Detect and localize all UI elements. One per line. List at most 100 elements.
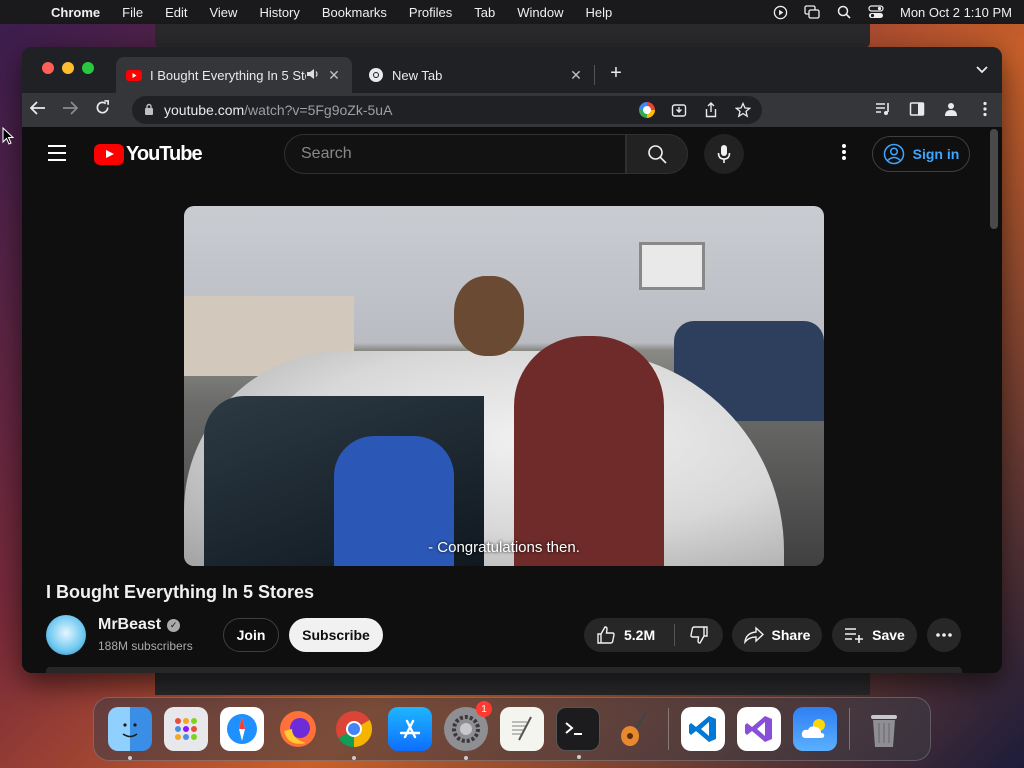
control-center-icon[interactable] [868,5,884,19]
firefox-icon[interactable] [276,707,320,751]
verified-check-icon: ✓ [167,618,181,632]
video-player[interactable]: - Congratulations then. [184,206,824,566]
spotlight-search-icon[interactable] [836,5,852,19]
textedit-icon[interactable] [500,707,544,751]
screen-mirroring-icon[interactable] [804,5,820,19]
profile-icon[interactable] [942,100,960,118]
safari-icon[interactable] [220,707,264,751]
side-panel-icon[interactable] [908,100,926,118]
search-icon [648,145,667,164]
lock-icon[interactable] [144,103,154,118]
address-bar[interactable]: youtube.com/watch?v=5Fg9oZk-5uA [132,96,762,124]
tab-title: New Tab [392,67,443,83]
join-button[interactable]: Join [223,618,279,652]
menu-window[interactable]: Window [506,5,574,20]
url-host: youtube.com [164,102,245,118]
guide-menu-icon[interactable] [48,145,66,166]
browser-toolbar: youtube.com/watch?v=5Fg9oZk-5uA [22,93,1002,127]
thumbs-up-icon [597,626,615,644]
channel-avatar[interactable] [46,615,86,655]
subscribe-button[interactable]: Subscribe [289,618,383,652]
more-actions-button[interactable] [927,618,961,652]
media-controls-icon[interactable] [874,100,892,118]
video-title: I Bought Everything In 5 Stores [46,582,315,602]
menu-file[interactable]: File [111,5,154,20]
zoom-window-button[interactable] [82,62,94,74]
menu-app-name[interactable]: Chrome [40,5,111,20]
channel-name[interactable]: MrBeast ✓ [98,616,181,634]
video-caption: - Congratulations then. [428,539,580,556]
minimize-window-button[interactable] [62,62,74,74]
like-button[interactable]: 5.2M [584,625,674,645]
tab-close-icon[interactable]: ✕ [326,67,342,84]
sign-in-button[interactable]: Sign in [872,136,970,172]
terminal-icon[interactable] [556,707,600,759]
menu-edit[interactable]: Edit [154,5,198,20]
window-controls [42,62,94,74]
vscode-icon[interactable] [681,707,725,751]
share-arrow-icon [743,626,764,644]
weather-icon[interactable] [793,707,837,751]
now-playing-icon[interactable] [772,5,788,19]
tab-strip: I Bought Everything In 5 Stores ✕ New Ta… [22,47,1002,93]
playlist-add-icon [845,628,864,643]
tab-search-chevron-icon[interactable] [976,63,988,77]
save-button[interactable]: Save [832,618,917,652]
search-input[interactable]: Search [284,134,626,174]
menu-profiles[interactable]: Profiles [398,5,463,20]
install-app-icon[interactable] [670,101,688,119]
page-scrollbar[interactable] [990,129,998,229]
trash-icon[interactable] [862,707,906,751]
share-page-icon[interactable] [702,101,720,119]
chrome-window: I Bought Everything In 5 Stores ✕ New Ta… [22,47,1002,673]
macos-dock: 1 [93,697,931,761]
share-label: Share [771,627,811,643]
system-settings-icon[interactable]: 1 [444,701,492,760]
voice-search-button[interactable] [704,134,744,174]
menu-view[interactable]: View [198,5,248,20]
background-window-bottom [155,673,870,695]
tab-new-tab[interactable]: New Tab ✕ [358,57,594,93]
google-chrome-icon[interactable] [332,707,376,760]
share-button[interactable]: Share [732,618,822,652]
visual-studio-icon[interactable] [737,707,781,751]
forward-button[interactable] [54,100,86,120]
video-scene-sign [639,242,705,290]
menu-history[interactable]: History [248,5,310,20]
chrome-favicon-icon [368,67,384,83]
chrome-menu-icon[interactable] [976,100,994,118]
url-path: /watch?v=5Fg9oZk-5uA [244,102,393,118]
tab-audio-icon[interactable] [306,68,320,83]
tab-youtube-video[interactable]: I Bought Everything In 5 Stores ✕ [116,57,352,93]
settings-menu-icon[interactable] [834,143,854,164]
launchpad-icon[interactable] [164,707,208,751]
channel-name-text: MrBeast [98,616,162,633]
google-lens-icon[interactable] [638,101,656,119]
subscriber-count: 188M subscribers [98,639,193,653]
youtube-logo-text: YouTube [126,143,203,165]
back-button[interactable] [22,100,54,120]
video-scene-person-red [514,336,664,566]
tab-close-icon[interactable]: ✕ [568,67,584,84]
new-tab-button[interactable]: + [606,62,626,85]
app-store-icon[interactable] [388,707,432,751]
garageband-icon[interactable] [612,707,656,751]
reload-button[interactable] [86,100,118,120]
account-circle-icon [883,143,904,165]
macos-menu-bar: Chrome File Edit View History Bookmarks … [0,0,1024,24]
close-window-button[interactable] [42,62,54,74]
thumbs-down-icon [690,626,708,644]
finder-icon[interactable] [108,707,152,760]
save-label: Save [872,627,905,643]
menu-bookmarks[interactable]: Bookmarks [311,5,398,20]
dislike-button[interactable] [675,625,723,645]
menu-tab[interactable]: Tab [463,5,506,20]
youtube-logo[interactable]: YouTube [94,143,203,166]
youtube-play-logo-icon [94,144,124,165]
bookmark-star-icon[interactable] [734,101,752,119]
search-button[interactable] [626,134,688,174]
sign-in-label: Sign in [912,146,960,162]
menu-clock[interactable]: Mon Oct 2 1:10 PM [900,5,1012,20]
like-dislike-group: 5.2M [584,618,723,652]
menu-help[interactable]: Help [575,5,624,20]
